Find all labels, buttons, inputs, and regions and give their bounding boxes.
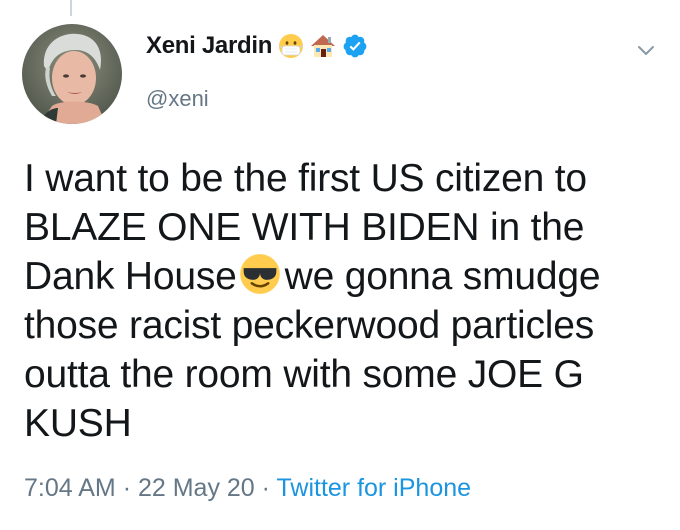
- meta-separator: ·: [261, 474, 270, 502]
- tweet-header: Xeni Jardin: [146, 32, 368, 60]
- tweet-time[interactable]: 7:04 AM: [24, 474, 116, 502]
- avatar-photo: [22, 24, 122, 124]
- tweet-source-link[interactable]: Twitter for iPhone: [277, 474, 472, 502]
- avatar[interactable]: [22, 24, 122, 124]
- author-display-name[interactable]: Xeni Jardin: [146, 32, 272, 60]
- tweet-metadata: 7:04 AM · 22 May 20 · Twitter for iPhone: [24, 474, 471, 503]
- meta-separator: ·: [122, 474, 132, 502]
- chevron-down-icon[interactable]: [632, 36, 660, 64]
- tweet-date[interactable]: 22 May 20: [138, 474, 255, 502]
- sunglasses-face-icon: [239, 253, 281, 295]
- verified-badge-icon: [342, 33, 368, 59]
- house-icon: [310, 33, 336, 59]
- thread-connector-line: [70, 0, 72, 16]
- author-handle[interactable]: @xeni: [146, 86, 209, 112]
- tweet-body: I want to be the first US citizen to BLA…: [24, 154, 664, 448]
- mask-face-icon: [278, 33, 304, 59]
